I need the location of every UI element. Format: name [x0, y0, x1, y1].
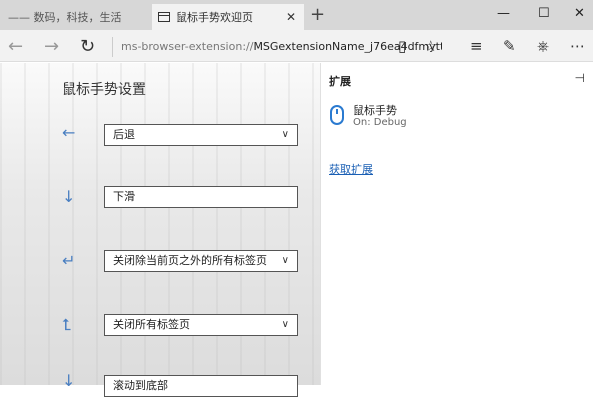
mouse-icon: [330, 105, 344, 125]
address-bar: ← → ↻ ms-browser-extension://MSGextensio…: [0, 30, 593, 62]
gesture-action-select[interactable]: 下滑: [104, 186, 298, 208]
extensions-panel: 扩展 ⊣ 鼠标手势 On: Debug 获取扩展: [320, 63, 593, 385]
reading-view-icon[interactable]: ▯: [398, 37, 406, 55]
select-value: 滚动到底部: [113, 379, 168, 392]
gesture-arrow-icon: ↓: [62, 187, 76, 206]
url-scheme: ms-browser-extension://: [121, 40, 254, 53]
chevron-down-icon: ∨: [281, 129, 289, 140]
gesture-arrow-icon: ↵: [62, 251, 76, 270]
minimize-button[interactable]: —: [497, 6, 510, 21]
forward-icon[interactable]: →: [44, 36, 59, 57]
gesture-action-select[interactable]: 关闭所有标签页 ∨: [104, 314, 298, 336]
select-value: 关闭除当前页之外的所有标签页: [113, 254, 267, 267]
select-value: 后退: [113, 128, 135, 141]
close-tab-icon[interactable]: ✕: [286, 10, 296, 24]
extension-status: On: Debug: [353, 117, 407, 128]
tab-bar: —— 数码，科技，生活 鼠标手势欢迎页 ✕ + — ☐ ✕: [0, 0, 593, 30]
get-extensions-link[interactable]: 获取扩展: [329, 161, 373, 177]
chevron-down-icon: ∨: [281, 319, 289, 330]
share-icon[interactable]: ⎈: [537, 37, 549, 55]
gesture-arrow-icon: ↓: [62, 371, 76, 390]
tab-active[interactable]: 鼠标手势欢迎页 ✕: [152, 4, 304, 30]
page-title: 鼠标手势设置: [62, 82, 146, 98]
web-note-icon[interactable]: ✎: [503, 37, 516, 55]
pin-icon[interactable]: ⊣: [575, 71, 585, 85]
tab-title: 鼠标手势欢迎页: [176, 11, 253, 24]
select-value: 关闭所有标签页: [113, 318, 190, 331]
maximize-button[interactable]: ☐: [538, 6, 550, 21]
chevron-down-icon: ∨: [281, 255, 289, 266]
new-tab-button[interactable]: +: [310, 4, 325, 25]
settings-page: 鼠标手势设置 ← 后退 ∨ ↓ 下滑 ↵ 关闭除当前页之外的所有标签页 ∨ ⮤ 关闭…: [0, 63, 320, 397]
extension-name[interactable]: 鼠标手势: [353, 102, 397, 118]
favorite-star-icon[interactable]: ☆: [424, 37, 437, 55]
tab-inactive[interactable]: —— 数码，科技，生活: [0, 4, 150, 30]
page-icon: [158, 12, 170, 22]
select-value: 下滑: [113, 190, 135, 203]
gesture-arrow-icon: ←: [62, 123, 76, 142]
gesture-arrow-icon: ⮤: [62, 315, 72, 334]
gesture-action-select[interactable]: 滚动到底部: [104, 375, 298, 397]
panel-title: 扩展: [329, 75, 351, 88]
gesture-action-select[interactable]: 关闭除当前页之外的所有标签页 ∨: [104, 250, 298, 272]
gesture-action-select[interactable]: 后退 ∨: [104, 124, 298, 146]
hub-icon[interactable]: ≡: [470, 37, 483, 55]
url-field[interactable]: ms-browser-extension://MSGextensionName_…: [112, 37, 442, 57]
more-icon[interactable]: ⋯: [570, 37, 585, 55]
url-path: MSGextensionName_j76ea4dfmytt: [253, 40, 442, 53]
tab-title: —— 数码，科技，生活: [8, 11, 122, 24]
close-window-button[interactable]: ✕: [574, 6, 585, 21]
refresh-icon[interactable]: ↻: [80, 36, 95, 57]
back-icon[interactable]: ←: [8, 36, 23, 57]
